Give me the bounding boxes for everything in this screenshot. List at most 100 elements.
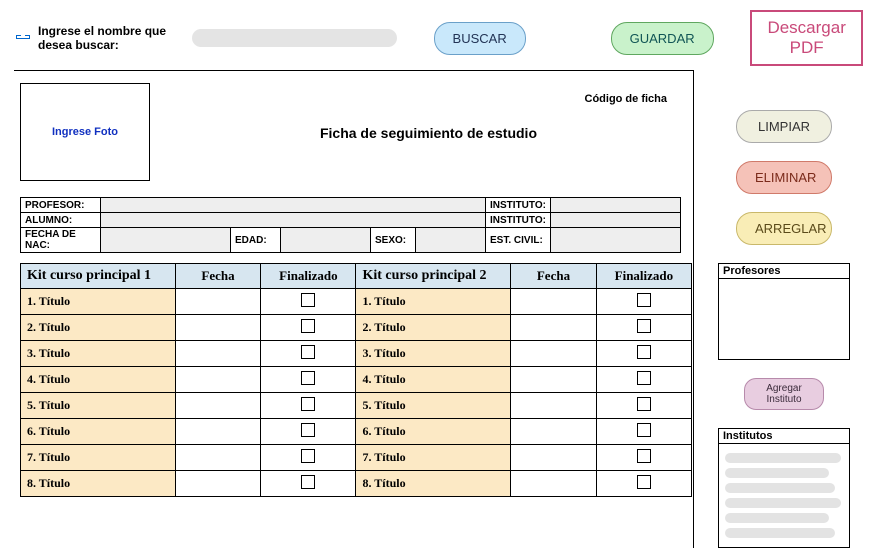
alumno-label: ALUMNO: [21, 213, 101, 228]
kit2-title-cell[interactable]: 7. Título [356, 445, 511, 471]
sexo-value[interactable] [416, 228, 486, 253]
kit2-title-cell[interactable]: 3. Título [356, 341, 511, 367]
info-table: PROFESOR: INSTITUTO: ALUMNO: INSTITUTO: … [20, 197, 681, 253]
finalizado-header-2: Finalizado [596, 264, 691, 289]
list-item[interactable] [725, 483, 835, 493]
kit2-fecha-cell[interactable] [511, 341, 597, 367]
instituto1-value[interactable] [551, 198, 681, 213]
checkbox-icon[interactable] [301, 475, 315, 489]
kit1-finalizado-cell[interactable] [261, 367, 356, 393]
kit1-fecha-cell[interactable] [175, 315, 261, 341]
checkbox-icon[interactable] [637, 371, 651, 385]
kit2-fecha-cell[interactable] [511, 315, 597, 341]
kit1-title-cell[interactable]: 7. Título [21, 445, 176, 471]
kit1-finalizado-cell[interactable] [261, 393, 356, 419]
kit2-finalizado-cell[interactable] [596, 289, 691, 315]
profesores-list[interactable] [719, 279, 849, 359]
kit2-fecha-cell[interactable] [511, 419, 597, 445]
kit1-title-cell[interactable]: 3. Título [21, 341, 176, 367]
kit1-finalizado-cell[interactable] [261, 341, 356, 367]
kit2-finalizado-cell[interactable] [596, 445, 691, 471]
kit2-fecha-cell[interactable] [511, 471, 597, 497]
checkbox-icon[interactable] [301, 397, 315, 411]
kit1-header: Kit curso principal 1 [21, 264, 176, 289]
kit2-title-cell[interactable]: 4. Título [356, 367, 511, 393]
guardar-button[interactable]: GUARDAR [611, 22, 714, 55]
kit1-fecha-cell[interactable] [175, 471, 261, 497]
table-row: 6. Título 6. Título [21, 419, 692, 445]
checkbox-icon[interactable] [637, 449, 651, 463]
kit1-finalizado-cell[interactable] [261, 289, 356, 315]
kit2-fecha-cell[interactable] [511, 367, 597, 393]
arreglar-button[interactable]: ARREGLAR [736, 212, 832, 245]
kit1-finalizado-cell[interactable] [261, 471, 356, 497]
kit1-title-cell[interactable]: 5. Título [21, 393, 176, 419]
kit1-finalizado-cell[interactable] [261, 419, 356, 445]
kit2-fecha-cell[interactable] [511, 289, 597, 315]
kit1-title-cell[interactable]: 6. Título [21, 419, 176, 445]
profesor-label: PROFESOR: [21, 198, 101, 213]
checkbox-icon[interactable] [301, 423, 315, 437]
kit2-title-cell[interactable]: 6. Título [356, 419, 511, 445]
checkbox-icon[interactable] [301, 449, 315, 463]
checkbox-icon[interactable] [637, 345, 651, 359]
checkbox-icon[interactable] [637, 423, 651, 437]
kit2-finalizado-cell[interactable] [596, 315, 691, 341]
alumno-value[interactable] [101, 213, 486, 228]
kit1-finalizado-cell[interactable] [261, 445, 356, 471]
checkbox-icon[interactable] [301, 345, 315, 359]
kit1-fecha-cell[interactable] [175, 367, 261, 393]
estcivil-value[interactable] [551, 228, 681, 253]
instituto2-label: INSTITUTO: [486, 213, 551, 228]
profesores-title: Profesores [719, 264, 849, 279]
checkbox-icon[interactable] [301, 293, 315, 307]
kit2-fecha-cell[interactable] [511, 445, 597, 471]
checkbox-icon[interactable] [637, 319, 651, 333]
kit1-title-cell[interactable]: 4. Título [21, 367, 176, 393]
kit1-finalizado-cell[interactable] [261, 315, 356, 341]
checkbox-icon[interactable] [301, 319, 315, 333]
fecha-nac-value[interactable] [101, 228, 231, 253]
list-item[interactable] [725, 513, 829, 523]
profesor-value[interactable] [101, 198, 486, 213]
kit2-title-cell[interactable]: 8. Título [356, 471, 511, 497]
kit1-fecha-cell[interactable] [175, 393, 261, 419]
kit1-fecha-cell[interactable] [175, 445, 261, 471]
table-row: 1. Título 1. Título [21, 289, 692, 315]
kit2-title-cell[interactable]: 5. Título [356, 393, 511, 419]
kit2-finalizado-cell[interactable] [596, 393, 691, 419]
agregar-instituto-button[interactable]: Agregar Instituto [744, 378, 824, 410]
descargar-pdf-button[interactable]: Descargar PDF [750, 10, 863, 66]
kit2-finalizado-cell[interactable] [596, 471, 691, 497]
edad-value[interactable] [281, 228, 371, 253]
checkbox-icon[interactable] [301, 371, 315, 385]
kit2-title-cell[interactable]: 2. Título [356, 315, 511, 341]
kit1-fecha-cell[interactable] [175, 341, 261, 367]
kit2-fecha-cell[interactable] [511, 393, 597, 419]
search-input[interactable] [192, 29, 397, 47]
checkbox-icon[interactable] [637, 397, 651, 411]
photo-upload[interactable]: Ingrese Foto [20, 83, 150, 181]
kit2-finalizado-cell[interactable] [596, 419, 691, 445]
list-item[interactable] [725, 468, 829, 478]
instituto2-value[interactable] [551, 213, 681, 228]
kit1-fecha-cell[interactable] [175, 289, 261, 315]
checkbox-icon[interactable] [637, 293, 651, 307]
list-item[interactable] [725, 453, 841, 463]
kit1-title-cell[interactable]: 8. Título [21, 471, 176, 497]
kit1-title-cell[interactable]: 2. Título [21, 315, 176, 341]
sheet-title: Ficha de seguimiento de estudio [320, 125, 537, 141]
buscar-button[interactable]: BUSCAR [434, 22, 526, 55]
eliminar-button[interactable]: ELIMINAR [736, 161, 832, 194]
institutos-list[interactable] [719, 444, 849, 547]
estcivil-label: EST. CIVIL: [486, 228, 551, 253]
kit2-finalizado-cell[interactable] [596, 367, 691, 393]
kit2-title-cell[interactable]: 1. Título [356, 289, 511, 315]
checkbox-icon[interactable] [637, 475, 651, 489]
kit1-fecha-cell[interactable] [175, 419, 261, 445]
kit1-title-cell[interactable]: 1. Título [21, 289, 176, 315]
kit2-header: Kit curso principal 2 [356, 264, 511, 289]
list-item[interactable] [725, 528, 835, 538]
kit2-finalizado-cell[interactable] [596, 341, 691, 367]
limpiar-button[interactable]: LIMPIAR [736, 110, 832, 143]
